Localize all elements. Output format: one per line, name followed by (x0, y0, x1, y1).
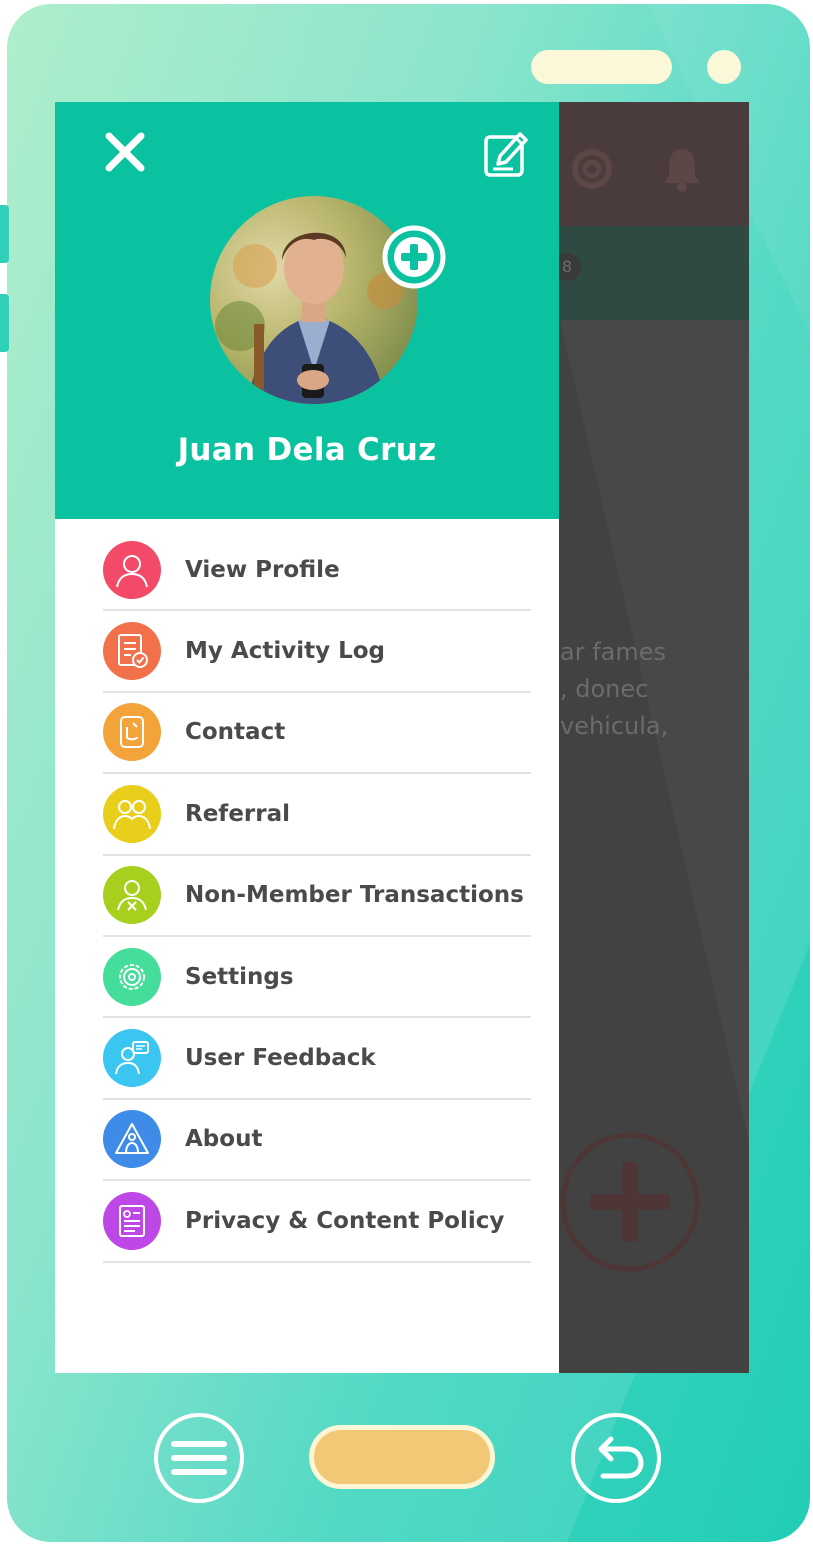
background-text-line: , donec (560, 675, 649, 703)
user-icon (103, 540, 161, 599)
speaker-grille (531, 50, 672, 84)
volume-up-button[interactable] (0, 205, 9, 263)
navigation-drawer: Juan Dela Cruz View Profile My Activity … (55, 102, 559, 1373)
menu-hardware-button[interactable] (154, 1413, 244, 1503)
edit-icon[interactable] (483, 128, 531, 178)
menu-item-label: Settings (185, 963, 294, 990)
menu-item-about[interactable]: About (103, 1100, 531, 1182)
referral-icon (103, 784, 161, 843)
volume-down-button[interactable] (0, 294, 9, 352)
home-hardware-button[interactable] (309, 1425, 495, 1489)
back-arrow-icon (598, 1436, 644, 1479)
menu-item-view-profile[interactable]: View Profile (103, 530, 531, 612)
drawer-header: Juan Dela Cruz (55, 102, 559, 519)
menu-item-user-feedback[interactable]: User Feedback (103, 1018, 531, 1100)
background-text-line: vehicula, (560, 712, 669, 740)
activity-log-icon (103, 622, 161, 681)
menu-item-activity-log[interactable]: My Activity Log (103, 611, 531, 693)
non-member-icon (103, 866, 161, 925)
back-hardware-button[interactable] (571, 1413, 661, 1503)
menu-item-label: Contact (185, 719, 286, 746)
drawer-menu: View Profile My Activity Log Contact Ref… (103, 530, 531, 1263)
contact-icon (103, 703, 161, 762)
menu-item-label: About (185, 1126, 263, 1153)
menu-item-label: View Profile (185, 556, 340, 583)
add-fab-icon (560, 1132, 700, 1272)
menu-item-non-member-transactions[interactable]: Non-Member Transactions (103, 856, 531, 937)
background-text-line: ar fames (560, 638, 667, 666)
close-icon[interactable] (103, 130, 147, 174)
hamburger-icon (171, 1441, 227, 1475)
policy-icon (103, 1191, 161, 1250)
user-name: Juan Dela Cruz (177, 432, 437, 468)
menu-item-label: User Feedback (185, 1045, 376, 1072)
screen: 8 ar fames , donec vehicula, Juan Dela C… (55, 102, 749, 1373)
feedback-icon (103, 1029, 161, 1088)
menu-item-privacy-policy[interactable]: Privacy & Content Policy (103, 1181, 531, 1263)
menu-item-label: My Activity Log (185, 638, 385, 665)
about-icon (103, 1110, 161, 1169)
menu-item-label: Referral (185, 800, 291, 827)
menu-item-contact[interactable]: Contact (103, 693, 531, 775)
menu-item-label: Non-Member Transactions (185, 882, 524, 909)
menu-item-settings[interactable]: Settings (103, 937, 531, 1019)
front-camera (707, 50, 741, 84)
gear-icon (103, 947, 161, 1006)
menu-item-label: Privacy & Content Policy (185, 1207, 505, 1234)
menu-item-referral[interactable]: Referral (103, 774, 531, 856)
add-photo-icon[interactable] (382, 225, 446, 289)
